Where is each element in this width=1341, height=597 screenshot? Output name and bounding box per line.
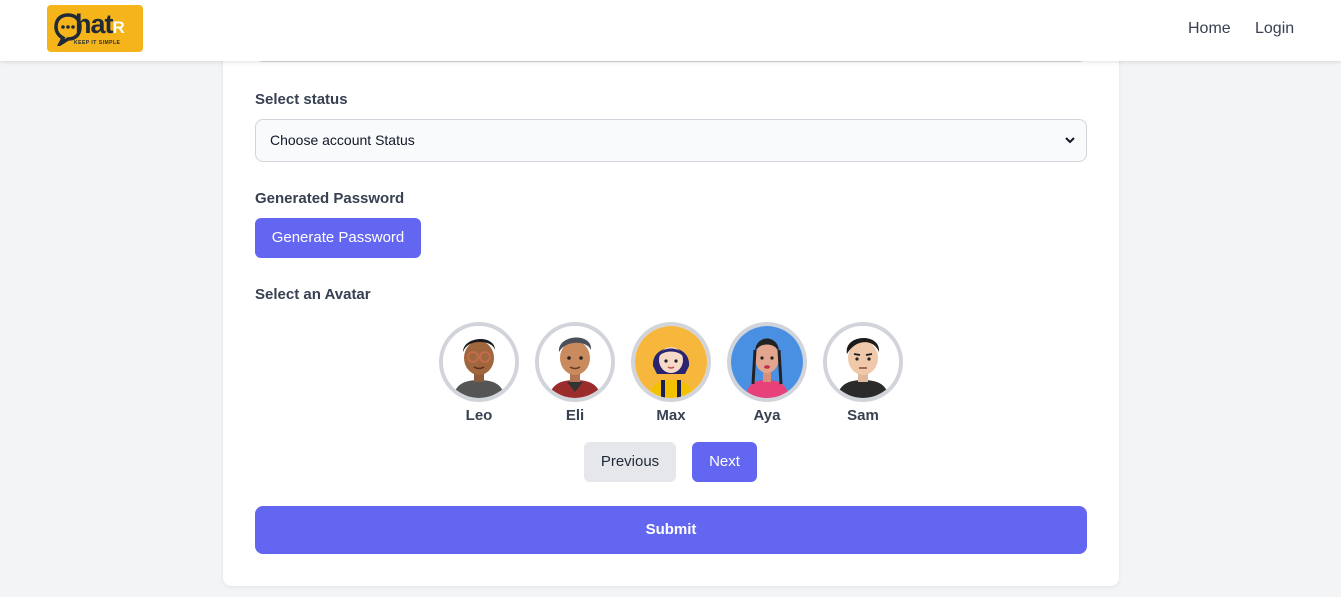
- avatar-option-leo[interactable]: Leo: [439, 322, 519, 424]
- avatar-name-eli: Eli: [565, 407, 585, 424]
- status-select-value: Choose account Status: [270, 132, 415, 148]
- logo-wordmark: hatR: [75, 9, 125, 39]
- avatar-option-aya[interactable]: Aya: [727, 322, 807, 424]
- logo-tagline: KEEP IT SIMPLE: [74, 40, 121, 46]
- avatar-option-sam[interactable]: Sam: [823, 322, 903, 424]
- nav-home-link[interactable]: Home: [1188, 20, 1231, 38]
- nav-login-link[interactable]: Login: [1255, 20, 1294, 38]
- chatr-logo[interactable]: hatR KEEP IT SIMPLE: [47, 5, 143, 52]
- avatar-name-leo: Leo: [465, 407, 493, 424]
- navbar: hatR KEEP IT SIMPLE Home Login: [0, 0, 1341, 61]
- avatar-name-max: Max: [656, 407, 686, 424]
- status-label: Select status: [255, 91, 348, 108]
- form-card: Select status Choose account Status Gene…: [223, 40, 1119, 586]
- previous-button[interactable]: Previous: [584, 442, 676, 482]
- status-select[interactable]: Choose account Status: [255, 119, 1087, 162]
- avatar-aya-image: [727, 322, 807, 402]
- avatar-name-sam: Sam: [847, 407, 879, 424]
- avatar-label: Select an Avatar: [255, 286, 371, 303]
- avatar-leo-image: [439, 322, 519, 402]
- avatar-max-image: [631, 322, 711, 402]
- generate-password-button[interactable]: Generate Password: [255, 218, 421, 258]
- avatar-name-aya: Aya: [753, 407, 781, 424]
- next-button[interactable]: Next: [692, 442, 757, 482]
- chevron-down-icon: [1065, 137, 1075, 144]
- avatar-option-eli[interactable]: Eli: [535, 322, 615, 424]
- avatar-sam-image: [823, 322, 903, 402]
- submit-button[interactable]: Submit: [255, 506, 1087, 554]
- avatar-eli-image: [535, 322, 615, 402]
- avatar-option-max[interactable]: Max: [631, 322, 711, 424]
- password-label: Generated Password: [255, 190, 405, 207]
